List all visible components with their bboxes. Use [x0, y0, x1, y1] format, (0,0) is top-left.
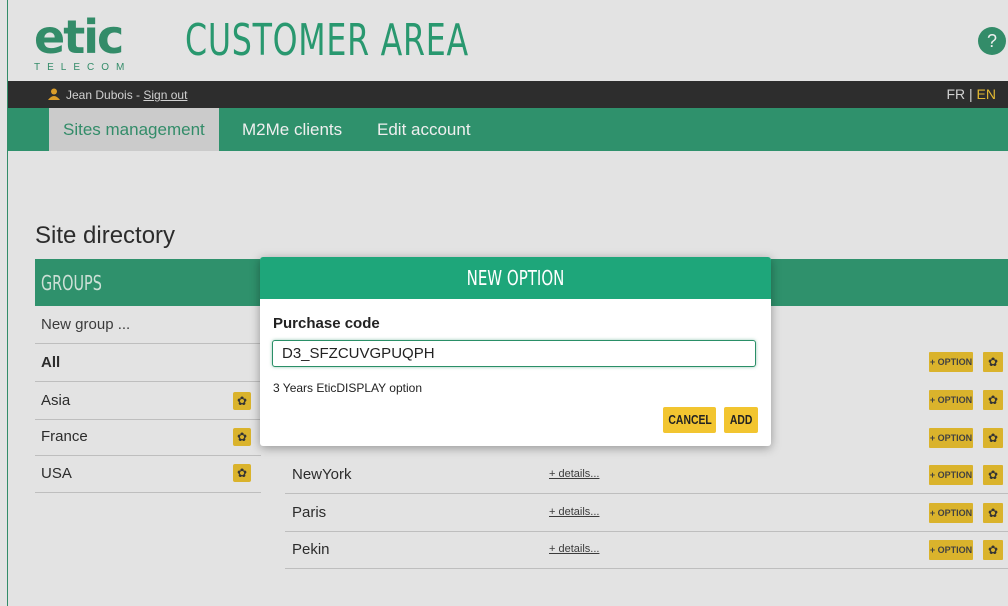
- option-description: 3 Years EticDISPLAY option: [273, 381, 422, 395]
- add-button-label: ADD: [729, 412, 753, 427]
- page: etic TELECOM CUSTOMER AREA ? Jean Dubois…: [0, 0, 1008, 606]
- cancel-button[interactable]: CANCEL: [663, 407, 716, 433]
- add-button[interactable]: ADD: [724, 407, 758, 433]
- dialog-header: NEW OPTION: [260, 257, 771, 299]
- dialog-title: NEW OPTION: [466, 266, 565, 290]
- purchase-code-label: Purchase code: [273, 315, 380, 332]
- cancel-button-label: CANCEL: [668, 412, 712, 427]
- new-option-dialog: NEW OPTION Purchase code 3 Years EticDIS…: [260, 257, 771, 446]
- purchase-code-input[interactable]: [272, 340, 756, 367]
